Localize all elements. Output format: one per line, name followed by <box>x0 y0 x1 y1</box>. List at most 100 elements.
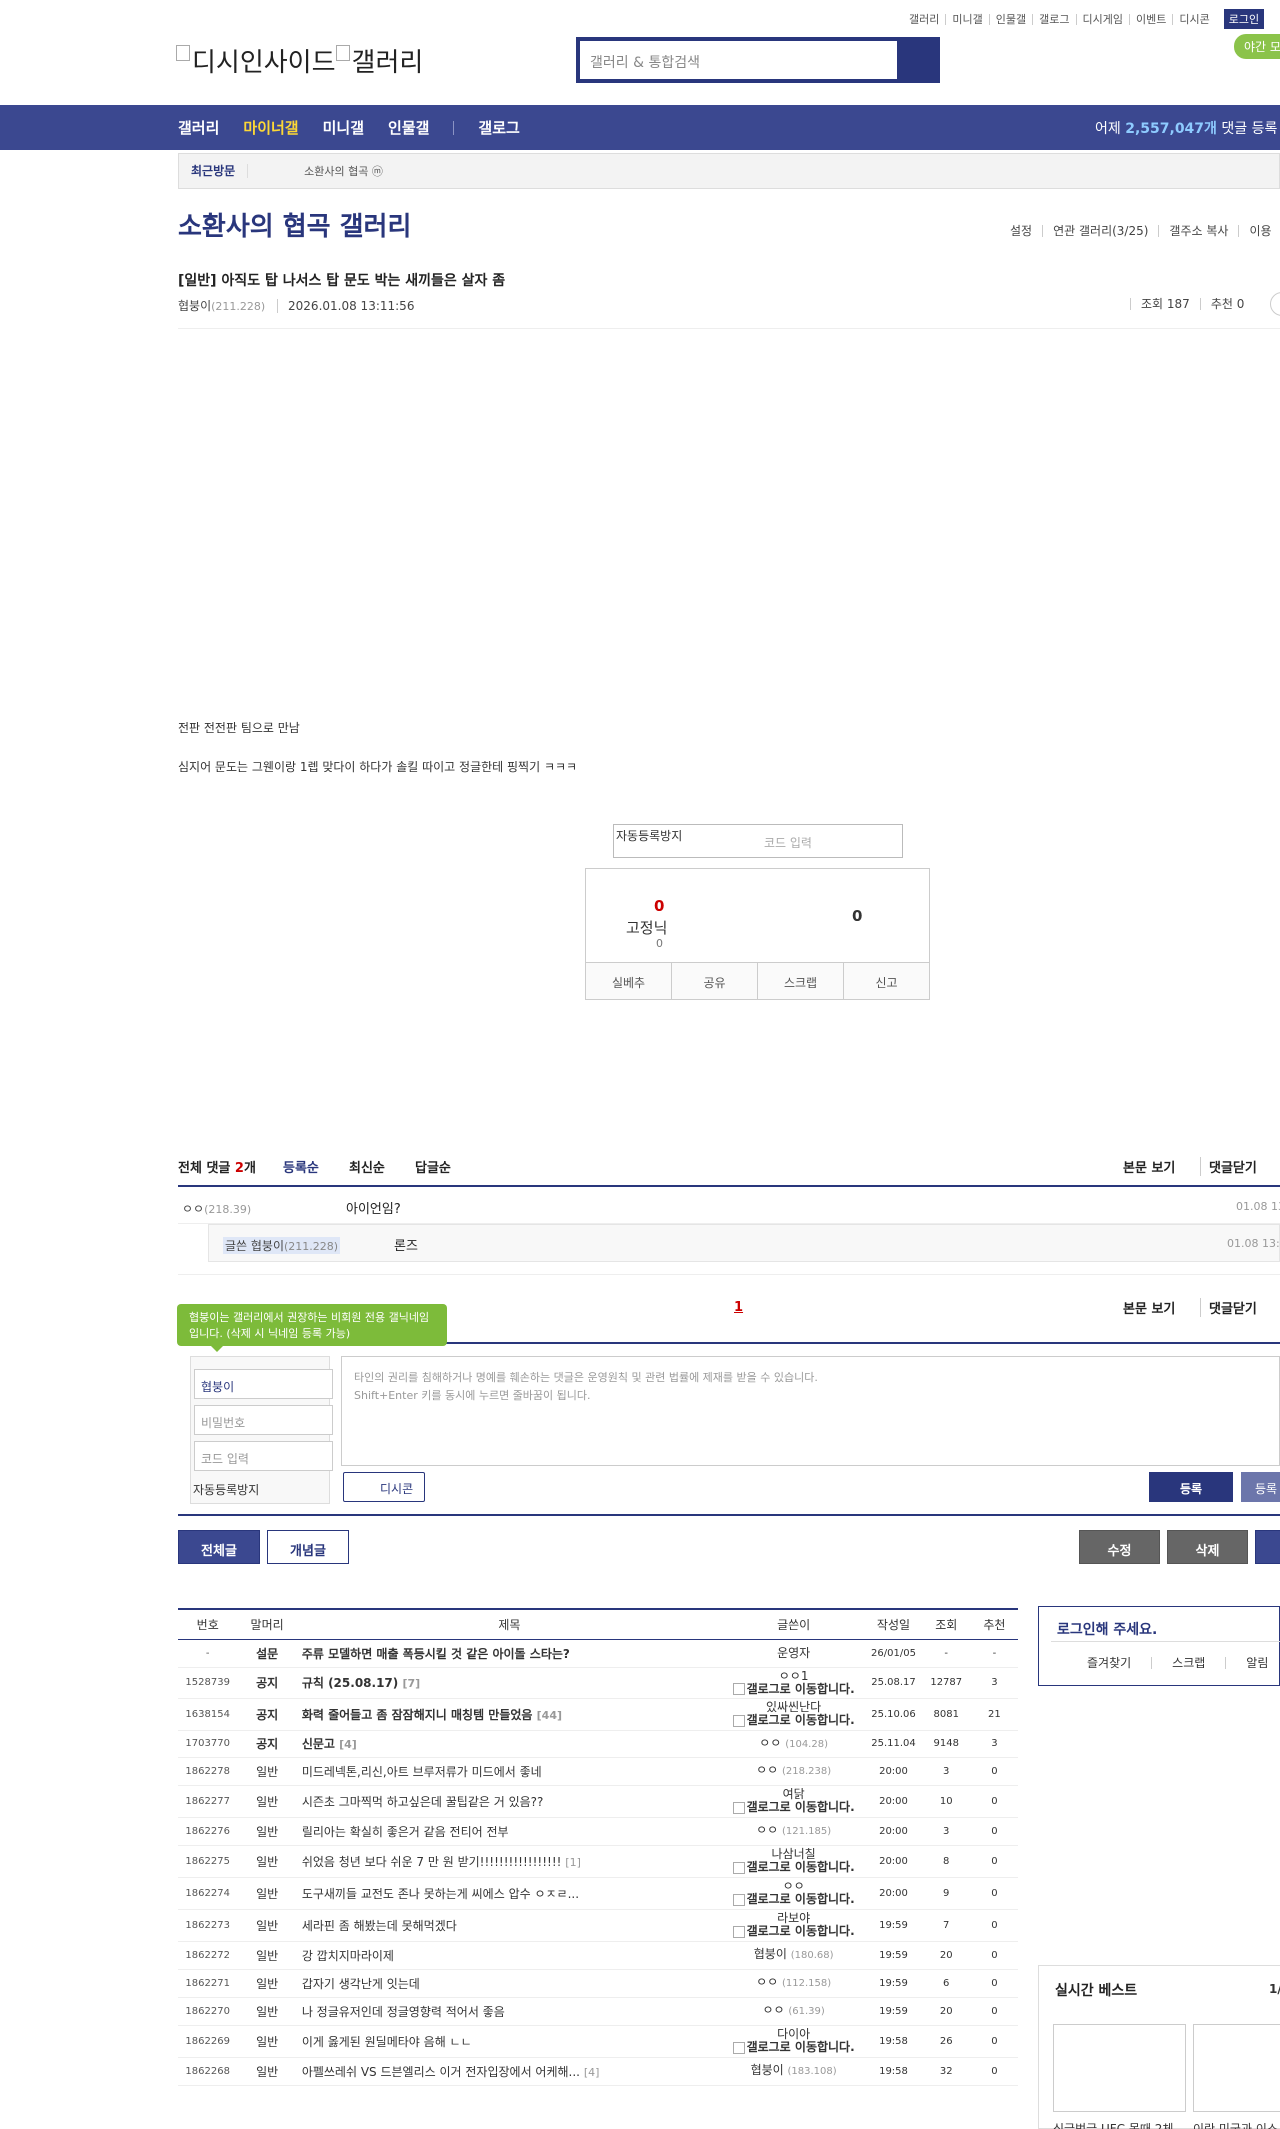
post-link[interactable]: 규칙 (25.08.17) <box>302 1676 398 1690</box>
writer-nick[interactable]: ㅇㅇ1 <box>779 1669 809 1683</box>
gallery-usage[interactable]: 이용 <box>1238 225 1280 237</box>
reply-count[interactable]: [44] <box>537 1709 562 1722</box>
post-link[interactable]: 강 깝치지마라이제 <box>302 1949 394 1963</box>
captcha-code-input[interactable]: 코드 입력 <box>194 1441 333 1471</box>
reply-count[interactable]: [4] <box>584 2066 600 2079</box>
table-row[interactable]: 1862271 일반 갑자기 생각난게 잇는데 ㅇㅇ (112.158) 19:59 6 0 <box>178 1969 1018 1998</box>
search-input[interactable]: 갤러리 & 통합검색 <box>580 41 897 79</box>
writer-nick[interactable]: 나삼너칠 <box>772 1847 816 1861</box>
table-row[interactable]: - 설문 주류 모델하면 매출 폭등시킬 것 같은 아이돌 스타는? 운영자 26/01… <box>178 1639 1018 1668</box>
util-link-dccon[interactable]: 디시콘 <box>1172 13 1215 25</box>
comment-nick[interactable]: 글쓴 협붕이(211.228) <box>223 1237 341 1254</box>
writer-nick[interactable]: 운영자 <box>777 1646 810 1660</box>
nav-gallog[interactable]: 갤로그 <box>478 117 519 138</box>
nav-minor-gallery[interactable]: 마이너갤 <box>243 117 298 138</box>
writer-nick[interactable]: 여닭 <box>783 1787 805 1801</box>
post-link[interactable]: 나 정글유저인데 정글영향력 적어서 좋음 <box>302 2005 505 2019</box>
table-row[interactable]: 1862276 일반 릴리아는 확실히 좋은거 같음 전티어 전부 ㅇㅇ (121.1… <box>178 1817 1018 1846</box>
live-best-caption[interactable]: 이란 미국과 이스 <box>1193 2120 1278 2129</box>
table-row[interactable]: 1703770 공지 신문고 [4] ㅇㅇ (104.28) 25.11.04 9148 3 <box>178 1730 1018 1758</box>
tab-all-posts[interactable]: 전체글 <box>178 1530 260 1564</box>
upvote-count[interactable]: 0 <box>654 897 664 915</box>
password-input[interactable]: 비밀번호 <box>194 1405 333 1435</box>
writer-nick[interactable]: ㅇㅇ <box>756 1823 778 1837</box>
reply-count[interactable]: [1] <box>565 1856 581 1869</box>
table-row[interactable]: 1862268 일반 아펠쓰레쉬 VS 드븐엘리스 이거 전자입장에서 어케해...… <box>178 2057 1018 2086</box>
post-writer-nick[interactable]: 협붕이 <box>178 299 211 313</box>
writer-nick[interactable]: ㅇㅇ <box>783 1879 805 1893</box>
write-button[interactable] <box>1255 1530 1280 1564</box>
comment-page-1[interactable]: 1 <box>734 1300 743 1315</box>
post-link[interactable]: 이게 옳게된 원딜메타야 음해 ㄴㄴ <box>302 2035 472 2049</box>
favorites-link[interactable]: 즐겨찾기 <box>1039 1657 1151 1669</box>
nav-gallery[interactable]: 갤러리 <box>178 117 219 138</box>
notification-link[interactable]: 알림 <box>1225 1657 1280 1669</box>
gallog-link[interactable]: 갤로그로 이동합니다. <box>722 1925 865 1938</box>
site-logo[interactable]: 디시인사이드 갤러리 <box>176 42 423 79</box>
post-link[interactable]: 주류 모델하면 매출 폭등시킬 것 같은 아이돌 스타는? <box>302 1647 570 1661</box>
util-link-dcgame[interactable]: 디시게임 <box>1075 13 1129 25</box>
close-comments-button[interactable]: 댓글닫기 <box>1200 1157 1257 1176</box>
reply-count[interactable]: [7] <box>402 1677 420 1690</box>
table-row[interactable]: 1862270 일반 나 정글유저인데 정글영향력 적어서 좋음 ㅇㅇ (61.39)… <box>178 1997 1018 2026</box>
table-row[interactable]: 1862272 일반 강 깝치지마라이제 협붕이 (180.68) 19:59 20 0 <box>178 1941 1018 1970</box>
recent-visit-item[interactable]: 소환사의 협곡 ⓜ <box>248 163 383 179</box>
table-row[interactable]: 1528739 공지 규칙 (25.08.17) [7] ㅇㅇ1 갤로그로 이동합니다.… <box>178 1667 1018 1699</box>
post-link[interactable]: 미드레넥톤,리신,아트 브루저류가 미드에서 좋네 <box>302 1765 542 1779</box>
util-link-persongall[interactable]: 인물갤 <box>988 13 1032 25</box>
post-link[interactable]: 세라핀 좀 해봤는데 못해먹겠다 <box>302 1919 457 1933</box>
related-gallery[interactable]: 연관 갤러리(3/25) <box>1042 225 1158 237</box>
post-link[interactable]: 갑자기 생각난게 잇는데 <box>302 1977 420 1991</box>
comment-submit-alt-button[interactable]: 등록 <box>1241 1472 1280 1502</box>
view-body-button[interactable]: 본문 보기 <box>1123 1298 1175 1317</box>
scrap-button[interactable]: 스크랩 <box>757 963 843 999</box>
edit-button[interactable]: 수정 <box>1079 1530 1160 1564</box>
table-row[interactable]: 1862269 일반 이게 옳게된 원딜메타야 음해 ㄴㄴ 다이아 갤로그로 이동합니다… <box>178 2025 1018 2058</box>
writer-nick[interactable]: 다이아 <box>777 2027 810 2041</box>
comment-nick[interactable]: ㅇㅇ(218.39) <box>182 1200 251 1217</box>
writer-nick[interactable]: 협붕이 <box>754 1947 787 1961</box>
util-link-gallery[interactable]: 갤러리 <box>903 14 945 25</box>
dccon-button[interactable]: 디시콘 <box>343 1472 425 1502</box>
writer-nick[interactable]: ㅇㅇ <box>756 1975 778 1989</box>
gallog-link[interactable]: 갤로그로 이동합니다. <box>722 1861 865 1874</box>
writer-nick[interactable]: 협붕이 <box>751 2063 784 2077</box>
nav-mini-gallery[interactable]: 미니갤 <box>323 117 364 138</box>
sort-registered[interactable]: 등록순 <box>283 1157 319 1176</box>
writer-nick[interactable]: 라보야 <box>777 1911 810 1925</box>
downvote-count[interactable]: 0 <box>852 907 862 925</box>
table-row[interactable]: 1862277 일반 시즌초 그마찍먹 하고싶은데 꿀팁같은 거 있음?? 여닭 갤로그… <box>178 1785 1018 1818</box>
report-button[interactable]: 신고 <box>843 963 929 999</box>
share-button[interactable]: 공유 <box>671 963 757 999</box>
post-link[interactable]: 도구새끼들 교전도 존나 못하는게 씨에스 압수 ㅇㅈㄹ... <box>302 1887 579 1901</box>
util-link-minigall[interactable]: 미니갤 <box>945 13 988 25</box>
post-link[interactable]: 아펠쓰레쉬 VS 드븐엘리스 이거 전자입장에서 어케해... <box>302 2065 580 2079</box>
post-link[interactable]: 시즌초 그마찍먹 하고싶은데 꿀팁같은 거 있음?? <box>302 1795 544 1809</box>
sort-replies[interactable]: 답글순 <box>415 1157 451 1176</box>
table-row[interactable]: 1862274 일반 도구새끼들 교전도 존나 못하는게 씨에스 압수 ㅇㅈㄹ...… <box>178 1877 1018 1910</box>
post-link[interactable]: 쉬었음 청년 보다 쉬운 7 만 원 받기!!!!!!!!!!!!!!!!! <box>302 1855 562 1869</box>
gallery-settings[interactable]: 설정 <box>1000 225 1042 237</box>
post-link[interactable]: 화력 줄어들고 좀 잠잠해지니 매칭템 만들었음 <box>302 1708 533 1722</box>
close-comments-button[interactable]: 댓글닫기 <box>1200 1298 1257 1317</box>
writer-nick[interactable]: ㅇㅇ <box>762 2003 784 2017</box>
delete-button[interactable]: 삭제 <box>1167 1530 1248 1564</box>
gallery-title[interactable]: 소환사의 협곡 갤러리 <box>178 206 411 243</box>
table-row[interactable]: 1638154 공지 화력 줄어들고 좀 잠잠해지니 매칭템 만들었음 [44] 있싸… <box>178 1698 1018 1731</box>
writer-nick[interactable]: ㅇㅇ <box>759 1736 781 1750</box>
table-row[interactable]: 1862275 일반 쉬었음 청년 보다 쉬운 7 만 원 받기!!!!!!!!!!… <box>178 1845 1018 1878</box>
sort-latest[interactable]: 최신순 <box>349 1157 385 1176</box>
search-button[interactable] <box>897 41 936 79</box>
comment-submit-button[interactable]: 등록 <box>1149 1472 1233 1502</box>
gallog-link[interactable]: 갤로그로 이동합니다. <box>722 2041 865 2054</box>
gallog-link[interactable]: 갤로그로 이동합니다. <box>722 1714 865 1727</box>
tab-concept-posts[interactable]: 개념글 <box>267 1530 349 1564</box>
writer-nick[interactable]: ㅇㅇ <box>756 1763 778 1777</box>
night-mode-toggle[interactable]: 야간 모 <box>1234 34 1280 59</box>
writer-nick[interactable]: 있싸씬난다 <box>766 1700 821 1714</box>
more-circle-icon[interactable] <box>1270 292 1280 316</box>
copy-address[interactable]: 갤주소 복사 <box>1158 225 1238 237</box>
login-box-title[interactable]: 로그인해 주세요. <box>1057 1619 1157 1639</box>
nickname-input[interactable]: 협붕이 <box>194 1369 333 1399</box>
post-link[interactable]: 신문고 <box>302 1737 335 1751</box>
